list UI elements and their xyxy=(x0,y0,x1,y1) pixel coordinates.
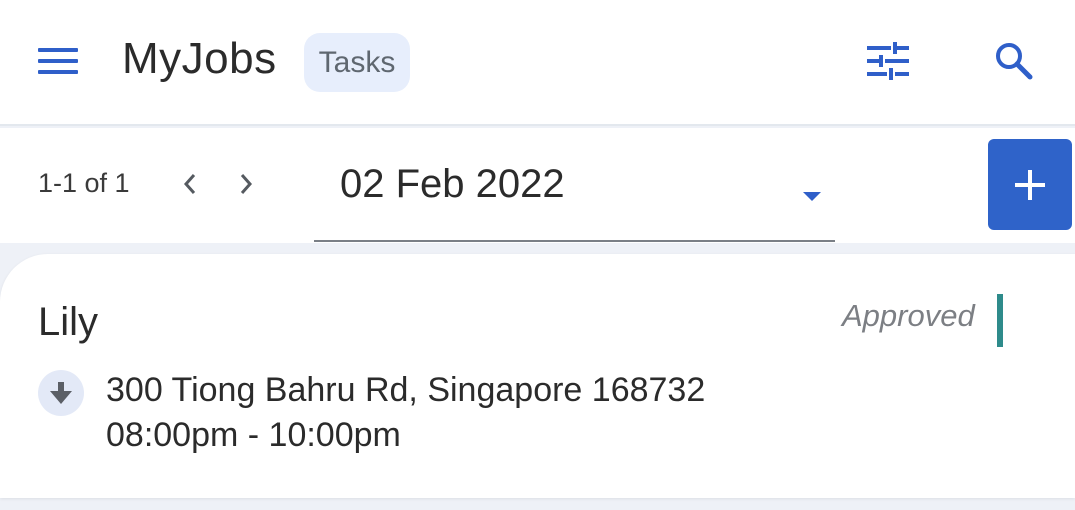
list-toolbar: 1-1 of 1 02 Feb 2022 xyxy=(0,128,1075,243)
status-indicator-bar xyxy=(997,294,1003,347)
job-assignee-name: Lily xyxy=(38,300,99,344)
status-badge: Approved xyxy=(842,298,975,333)
date-select[interactable]: 02 Feb 2022 xyxy=(314,140,835,242)
job-address: 300 Tiong Bahru Rd, Singapore 168732 xyxy=(106,371,706,409)
job-card[interactable]: Lily Approved 300 Tiong Bahru Rd, Singap… xyxy=(0,254,1075,498)
tune-sliders-icon[interactable] xyxy=(858,33,918,89)
chevron-right-icon[interactable] xyxy=(228,164,264,204)
plus-icon xyxy=(1015,169,1045,200)
add-job-button[interactable] xyxy=(988,139,1072,230)
tasks-chip[interactable]: Tasks xyxy=(304,33,410,92)
app-bar: MyJobs Tasks xyxy=(0,0,1075,126)
search-icon[interactable] xyxy=(984,33,1044,89)
app-title: MyJobs xyxy=(122,34,277,83)
hamburger-menu-icon[interactable] xyxy=(28,38,88,84)
arrow-down-icon[interactable] xyxy=(38,370,84,416)
date-value: 02 Feb 2022 xyxy=(340,162,565,206)
job-time-range: 08:00pm - 10:00pm xyxy=(106,416,401,454)
pagination-range: 1-1 of 1 xyxy=(38,168,130,198)
caret-down-icon xyxy=(803,192,821,201)
chevron-left-icon[interactable] xyxy=(172,164,208,204)
